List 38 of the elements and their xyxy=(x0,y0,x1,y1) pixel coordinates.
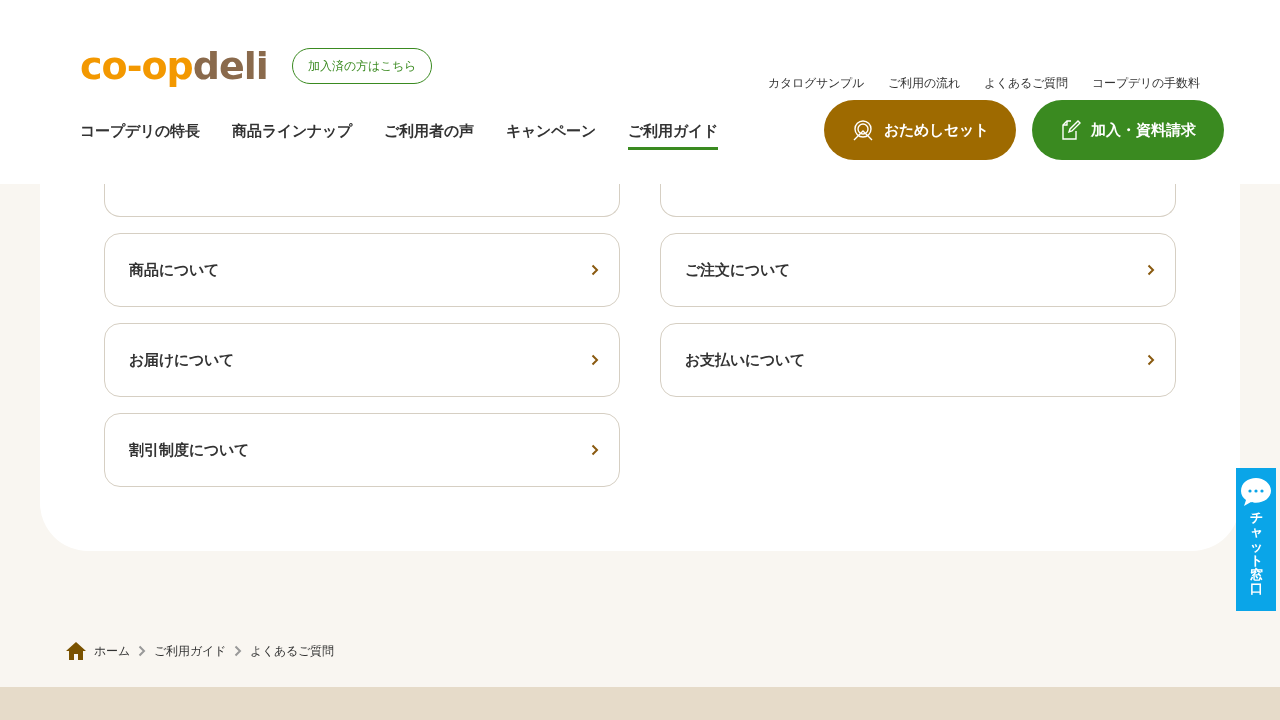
chevron-icon xyxy=(591,354,599,366)
chevron-icon xyxy=(591,264,599,276)
utility-link[interactable]: ご利用の流れ xyxy=(888,75,960,92)
category-card[interactable]: お届けについて xyxy=(104,323,620,397)
breadcrumb-link[interactable]: ご利用ガイド xyxy=(154,642,226,660)
nav-tab[interactable]: キャンペーン xyxy=(506,110,596,150)
nav-tab[interactable]: ご利用ガイド xyxy=(628,110,718,150)
category-card[interactable]: ご注文について xyxy=(660,233,1176,307)
chevron-icon xyxy=(1147,264,1155,276)
category-label: お届けについて xyxy=(129,350,234,370)
category-label: 商品について xyxy=(129,260,219,280)
breadcrumb-separator-icon xyxy=(234,645,242,657)
category-card[interactable] xyxy=(660,184,1176,217)
nav-tab[interactable]: 商品ラインナップ xyxy=(232,110,352,150)
breadcrumb-link[interactable]: ホーム xyxy=(94,642,130,660)
chevron-icon xyxy=(1147,354,1155,366)
category-label: ご注文について xyxy=(685,260,790,280)
breadcrumb-separator-icon xyxy=(138,645,146,657)
trial-set-button[interactable]: おためしセット xyxy=(824,100,1016,160)
home-icon xyxy=(66,642,86,660)
category-card[interactable]: お支払いについて xyxy=(660,323,1176,397)
join-request-button[interactable]: 加入・資料請求 xyxy=(1032,100,1224,160)
nav-tab[interactable]: コープデリの特長 xyxy=(80,110,200,150)
chat-label: チャット窓口 xyxy=(1249,511,1263,597)
plate-icon xyxy=(851,119,874,141)
category-card[interactable]: 割引制度について xyxy=(104,413,620,487)
category-label: 割引制度について xyxy=(129,440,249,460)
utility-link[interactable]: コープデリの手数料 xyxy=(1092,75,1200,92)
category-card[interactable] xyxy=(104,184,620,217)
chat-bubble-icon xyxy=(1240,477,1272,507)
member-link-button[interactable]: 加入済の方はこちら xyxy=(291,48,432,84)
category-card[interactable]: 商品について xyxy=(104,233,620,307)
nav-tab[interactable]: ご利用者の声 xyxy=(384,110,474,150)
chevron-icon xyxy=(591,444,599,456)
document-pen-icon xyxy=(1060,119,1081,141)
utility-link[interactable]: よくあるご質問 xyxy=(984,75,1068,92)
utility-link[interactable]: カタログサンプル xyxy=(768,75,864,92)
category-label: お支払いについて xyxy=(685,350,805,370)
